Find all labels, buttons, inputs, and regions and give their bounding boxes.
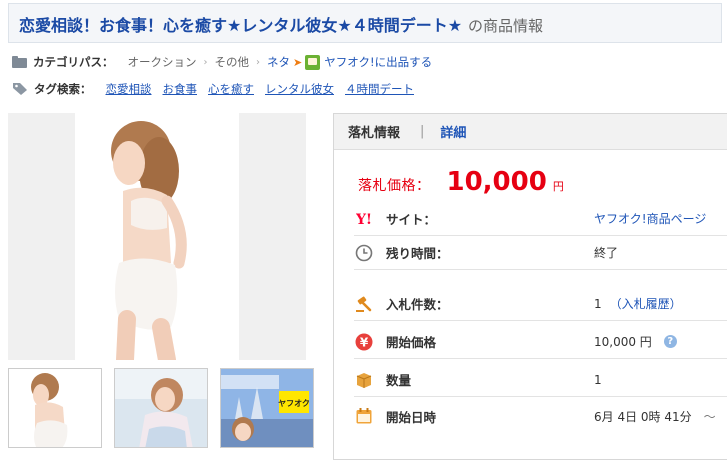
bid-history-link[interactable]: （入札履歴） [610, 295, 682, 312]
tag-search-label: タグ検索： [34, 82, 92, 96]
yahuoku-product-page-link[interactable]: ヤフオク!商品ページ [594, 210, 706, 227]
info-row-site: Y! サイト： ヤフオク!商品ページ [354, 202, 727, 236]
price-label: 落札価格： [358, 178, 431, 194]
info-row-time-left: 残り時間： 終了 [354, 236, 727, 270]
start-price-label: 開始価格 [386, 335, 437, 350]
clock-icon [354, 243, 374, 263]
gavel-icon [354, 294, 374, 314]
bid-count-label: 入札件数： [386, 297, 449, 312]
auction-info-panel: 落札情報 | 詳細 落札価格： 10,000 円 Y! サイト： ヤフオク!商品… [333, 113, 727, 460]
sell-icon [305, 54, 321, 70]
photo-frame [75, 113, 239, 360]
page-title: 恋愛相談！お食事！心を癒す★レンタル彼女★４時間デート★ [19, 16, 463, 35]
price-value: 10,000 [446, 167, 547, 197]
time-left-label: 残り時間： [386, 246, 449, 261]
page-title-bar: 恋愛相談！お食事！心を癒す★レンタル彼女★４時間デート★ の商品情報 [8, 3, 722, 43]
tag-search: タグ検索： 恋愛相談 お食事 心を癒す レンタル彼女 ４時間デート [12, 80, 425, 98]
model-figure-image [111, 121, 187, 360]
tag-link-1[interactable]: 恋愛相談 [106, 81, 152, 97]
thumbnail-2[interactable] [114, 368, 208, 448]
svg-text:Y!: Y! [356, 212, 372, 226]
bid-count-value: 1 [594, 296, 602, 311]
sell-on-yahuoku-link[interactable]: ヤフオク!に出品する [324, 54, 432, 70]
breadcrumb-neta[interactable]: ネタ [267, 54, 290, 70]
info-row-start-date: 開始日時 6月 4日 0時 41分 ～ [354, 399, 727, 433]
category-path: カテゴリパス： オークション › その他 › ネタ ➤ ヤフオク!に出品する [12, 53, 432, 71]
svg-text:¥: ¥ [360, 335, 369, 349]
tag-link-2[interactable]: お食事 [163, 81, 198, 97]
start-price-value: 10,000 円 [594, 335, 652, 349]
tab-winning-bid-info[interactable]: 落札情報 [348, 122, 400, 141]
tag-link-5[interactable]: ４時間デート [345, 81, 414, 97]
tag-link-3[interactable]: 心を癒す [208, 81, 254, 97]
winning-price: 落札価格： 10,000 円 [358, 167, 564, 197]
breadcrumb-other[interactable]: その他 [215, 54, 250, 70]
breadcrumb-auction[interactable]: オークション [128, 54, 197, 70]
main-product-photo[interactable] [8, 113, 306, 360]
tag-icon [12, 82, 28, 96]
site-label: サイト： [386, 212, 437, 227]
price-unit: 円 [552, 180, 564, 193]
thumbnail-badge-text: ヤフオク [278, 398, 310, 408]
page-title-suffix: の商品情報 [468, 17, 544, 35]
tag-link-4[interactable]: レンタル彼女 [265, 81, 334, 97]
date-range-tilde: ～ [703, 409, 716, 424]
thumbnail-3[interactable]: ヤフオク [220, 368, 314, 448]
info-row-quantity: 数量 1 [354, 363, 727, 397]
calendar-icon [354, 406, 374, 426]
help-icon[interactable]: ? [663, 335, 677, 348]
thumbnail-strip: ヤフオク [8, 368, 314, 448]
quantity-value: 1 [594, 372, 602, 387]
start-date-value: 6月 4日 0時 41分 [594, 409, 692, 424]
yahoo-logo-icon: Y! [354, 209, 374, 229]
yen-icon: ¥ [354, 332, 374, 352]
time-left-value: 終了 [594, 246, 619, 260]
thumbnail-1[interactable] [8, 368, 102, 448]
folder-icon [12, 56, 27, 68]
info-row-bid-count: 入札件数： 1 （入札履歴） [354, 287, 727, 321]
info-row-start-price: ¥ 開始価格 10,000 円 ? [354, 325, 727, 359]
quantity-label: 数量 [386, 373, 412, 388]
tab-details[interactable]: 詳細 [440, 122, 466, 141]
box-icon [354, 370, 374, 390]
category-path-label: カテゴリパス： [33, 55, 114, 69]
chevron-right-icon: › [256, 56, 260, 68]
start-date-label: 開始日時 [386, 409, 437, 425]
panel-tabs: 落札情報 | 詳細 [334, 114, 727, 150]
chevron-right-icon: › [203, 56, 208, 68]
arrow-right-icon: ➤ [293, 55, 303, 69]
tab-divider: | [420, 124, 425, 139]
